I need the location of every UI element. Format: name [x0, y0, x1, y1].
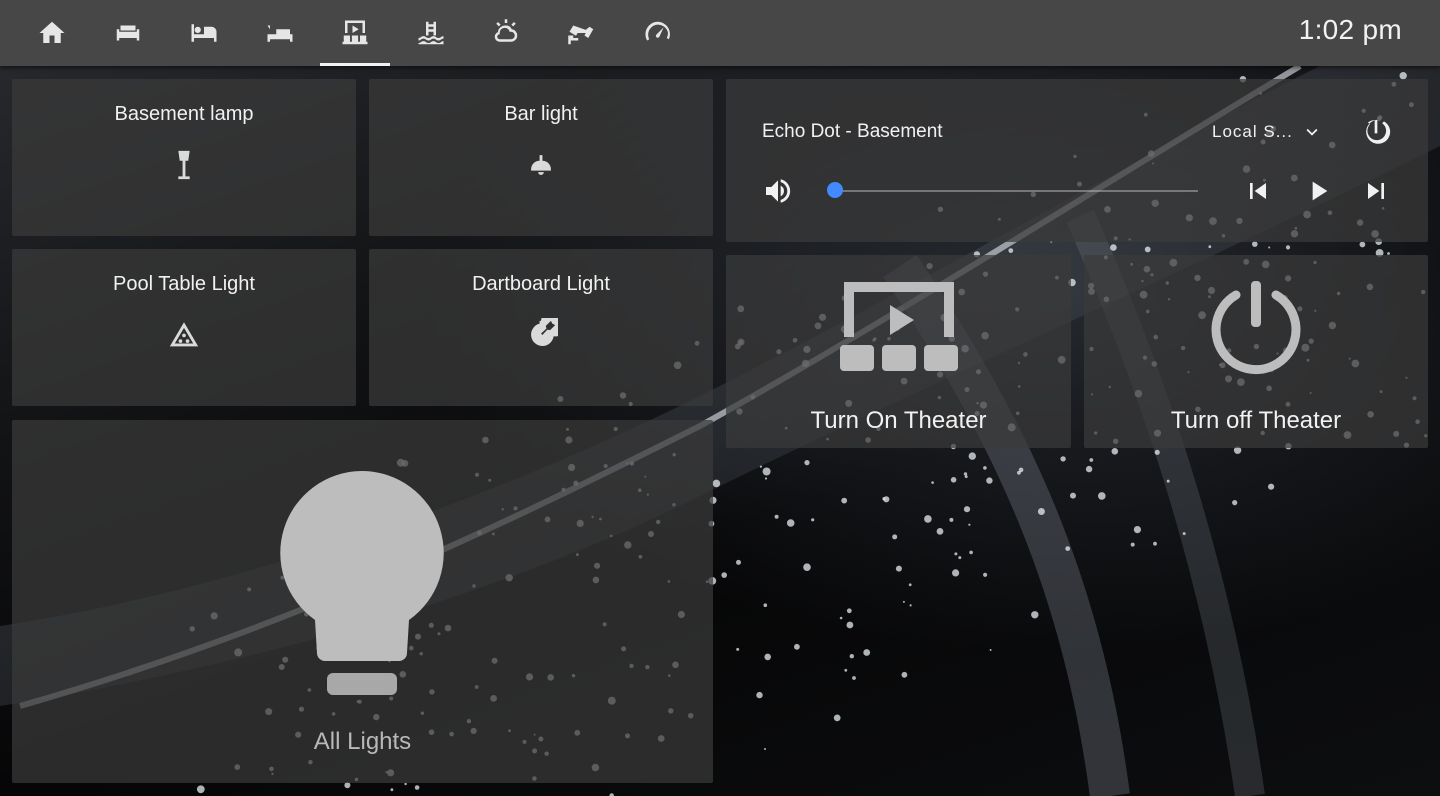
billiards-rack-icon — [167, 318, 201, 352]
sofa-icon — [116, 25, 140, 41]
turn-on-theater-label: Turn On Theater — [810, 407, 987, 434]
tab-energy[interactable] — [623, 0, 693, 66]
theater-icon — [726, 277, 1071, 377]
bar-light-label: Bar light — [504, 103, 578, 125]
tab-security[interactable] — [547, 0, 617, 66]
volume-slider-thumb[interactable] — [827, 182, 844, 198]
chevron-down-icon — [1306, 128, 1318, 136]
lightbulb-icon — [277, 465, 447, 715]
volume-high-icon — [766, 179, 791, 203]
volume-mute-button[interactable] — [762, 175, 794, 207]
tab-bedroom[interactable] — [245, 0, 315, 66]
skip-next-icon — [1368, 183, 1384, 199]
power-icon — [1084, 277, 1428, 377]
bullseye-arrow-icon — [524, 308, 570, 352]
clock: 1:02 pm — [1298, 14, 1402, 45]
play-icon — [1312, 181, 1328, 201]
media-power-button[interactable] — [1360, 116, 1392, 148]
basement-lamp-button[interactable]: Basement lamp — [12, 79, 356, 236]
all-lights-label: All Lights — [313, 728, 412, 755]
tab-weather[interactable] — [471, 0, 541, 66]
tab-theater[interactable] — [320, 0, 390, 66]
home-icon — [39, 21, 65, 43]
media-player-card: Echo Dot - Basement Local S... — [726, 79, 1428, 242]
turn-on-theater-button[interactable]: Turn On Theater — [726, 255, 1071, 448]
speedometer-icon — [645, 21, 670, 41]
turn-off-theater-label: Turn off Theater — [1170, 407, 1342, 434]
pool-icon — [418, 21, 444, 45]
previous-track-button[interactable] — [1242, 175, 1274, 207]
pool-table-light-label: Pool Table Light — [113, 273, 255, 295]
source-select-value: Local S... — [1212, 122, 1293, 141]
tab-pool[interactable] — [396, 0, 466, 66]
pool-table-light-button[interactable]: Pool Table Light — [12, 249, 356, 406]
cctv-icon — [568, 25, 594, 45]
ceiling-light-icon — [524, 148, 558, 182]
source-select[interactable]: Local S... — [1212, 121, 1323, 143]
tab-home[interactable] — [17, 0, 87, 66]
bed-person-icon — [191, 24, 217, 42]
theater-icon — [342, 20, 368, 45]
media-player-name: Echo Dot - Basement — [762, 121, 943, 142]
skip-previous-icon — [1250, 183, 1266, 199]
dartboard-light-label: Dartboard Light — [472, 273, 610, 295]
volume-slider[interactable] — [827, 182, 1198, 198]
dartboard-light-button[interactable]: Dartboard Light — [369, 249, 713, 406]
next-track-button[interactable] — [1360, 175, 1392, 207]
all-lights-button[interactable]: All Lights — [12, 420, 713, 783]
top-navigation-bar: 1:02 pm — [0, 0, 1440, 66]
bar-light-button[interactable]: Bar light — [369, 79, 713, 236]
power-icon — [1366, 119, 1391, 144]
tab-living-room[interactable] — [93, 0, 163, 66]
volume-slider-track — [828, 190, 1198, 192]
bed-icon — [267, 25, 293, 42]
tab-bedroom-guest[interactable] — [169, 0, 239, 66]
weather-icon — [494, 19, 518, 42]
basement-lamp-label: Basement lamp — [114, 103, 254, 125]
turn-off-theater-button[interactable]: Turn off Theater — [1084, 255, 1428, 448]
floor-lamp-icon — [167, 148, 201, 182]
play-button[interactable] — [1302, 175, 1334, 207]
